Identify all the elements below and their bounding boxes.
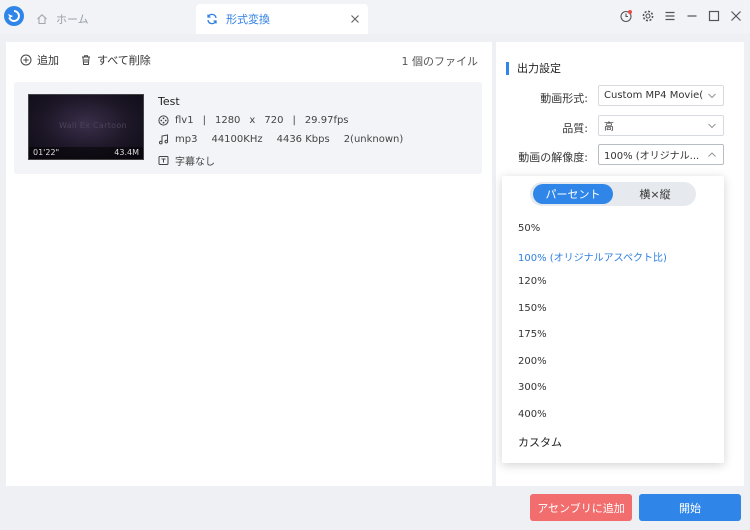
audio-codec: mp3 [175,134,198,145]
tab-percent[interactable]: パーセント [533,184,613,204]
subtitle-row[interactable]: 字幕なし [158,153,215,168]
file-list-panel: 追加 すべて削除 1 個のファイル Wall Ex Cartoon 01'22"… [6,42,492,486]
add-button-label: 追加 [37,54,59,67]
audio-channels: 2(unknown) [343,134,404,145]
video-fps: 29.97fps [304,115,349,126]
sample-rate: 44100KHz [211,134,263,145]
window-controls [618,6,744,26]
close-tab-icon[interactable] [348,12,362,26]
resolution-dropdown: パーセント 横×縦 50% 100% (オリジナルアスペクト比) 120% 15… [502,176,724,463]
delete-all-button[interactable]: すべて削除 [80,52,151,68]
format-select[interactable]: Custom MP4 Movie(... [598,85,724,106]
resolution-option-selected[interactable]: 100% (オリジナルアスペクト比) [518,249,667,264]
resolution-mode-toggle: パーセント 横×縦 [530,182,696,206]
chevron-down-icon [707,122,717,130]
format-label: 動画形式: [540,92,588,105]
video-height: 720 [264,115,284,126]
app-logo-icon [4,6,24,26]
minimize-icon[interactable] [684,6,700,26]
file-count: 1 個のファイル [401,55,479,68]
resolution-value: 100% (オリジナル... [604,151,700,162]
delete-all-label: すべて削除 [97,54,151,67]
thumbnail-title: Wall Ex Cartoon [59,121,127,130]
subtitle-icon [158,155,169,166]
resolution-select[interactable]: 100% (オリジナル... [598,144,724,165]
quality-select[interactable]: 高 [598,115,724,136]
video-width: 1280 [214,115,241,126]
resolution-option-custom[interactable]: カスタム [518,434,562,450]
file-toolbar: 追加 すべて削除 1 個のファイル [6,42,492,76]
video-size: 43.4M [114,148,139,157]
add-button[interactable]: 追加 [20,52,59,68]
resolution-option[interactable]: 300% [518,382,547,393]
audio-info-row: mp3 44100KHz 4436 Kbps 2(unknown) [158,134,403,145]
trash-icon [80,54,92,66]
file-item[interactable]: Wall Ex Cartoon 01'22" 43.4M Test flv1 |… [14,82,482,174]
chevron-down-icon [707,92,717,100]
video-info-row: flv1 | 1280 x 720 | 29.97fps [158,115,349,126]
refresh-icon [206,13,218,25]
close-window-icon[interactable] [728,6,744,26]
output-settings-title: 出力設定 [506,62,561,75]
video-duration: 01'22" [33,148,60,157]
quality-value: 高 [604,122,614,133]
maximize-icon[interactable] [706,6,722,26]
separator: | [202,115,206,126]
film-reel-icon [158,115,169,126]
chevron-up-icon [707,151,717,159]
tab-convert-label: 形式変換 [226,13,270,26]
separator: | [292,115,296,126]
resolution-label: 動画の解像度: [518,151,588,164]
video-thumbnail[interactable]: Wall Ex Cartoon 01'22" 43.4M [28,94,144,160]
file-name: Test [158,95,180,108]
resolution-option[interactable]: 50% [518,223,540,234]
resolution-option[interactable]: 200% [518,356,547,367]
quality-label: 品質: [562,122,588,135]
add-to-assembly-button[interactable]: アセンブリに追加 [530,494,632,521]
times-sign: x [249,115,256,126]
tab-home[interactable]: ホーム [30,4,190,34]
resolution-option[interactable]: 120% [518,276,547,287]
resolution-option[interactable]: 400% [518,409,547,420]
resolution-option[interactable]: 175% [518,329,547,340]
history-icon[interactable] [618,6,634,26]
resolution-option[interactable]: 150% [518,303,547,314]
video-codec: flv1 [175,115,194,126]
format-value: Custom MP4 Movie(... [604,90,704,101]
bitrate: 4436 Kbps [276,134,330,145]
start-button[interactable]: 開始 [639,494,741,521]
plus-circle-icon [20,54,32,66]
home-icon [36,13,48,25]
tab-home-label: ホーム [56,13,89,26]
menu-icon[interactable] [662,6,678,26]
gear-icon[interactable] [640,6,656,26]
subtitle-value: 字幕なし [175,157,215,168]
music-note-icon [158,134,169,145]
tab-width-height[interactable]: 横×縦 [616,184,694,204]
title-bar: ホーム 形式変換 [0,0,750,34]
tab-convert[interactable]: 形式変換 [196,4,368,34]
